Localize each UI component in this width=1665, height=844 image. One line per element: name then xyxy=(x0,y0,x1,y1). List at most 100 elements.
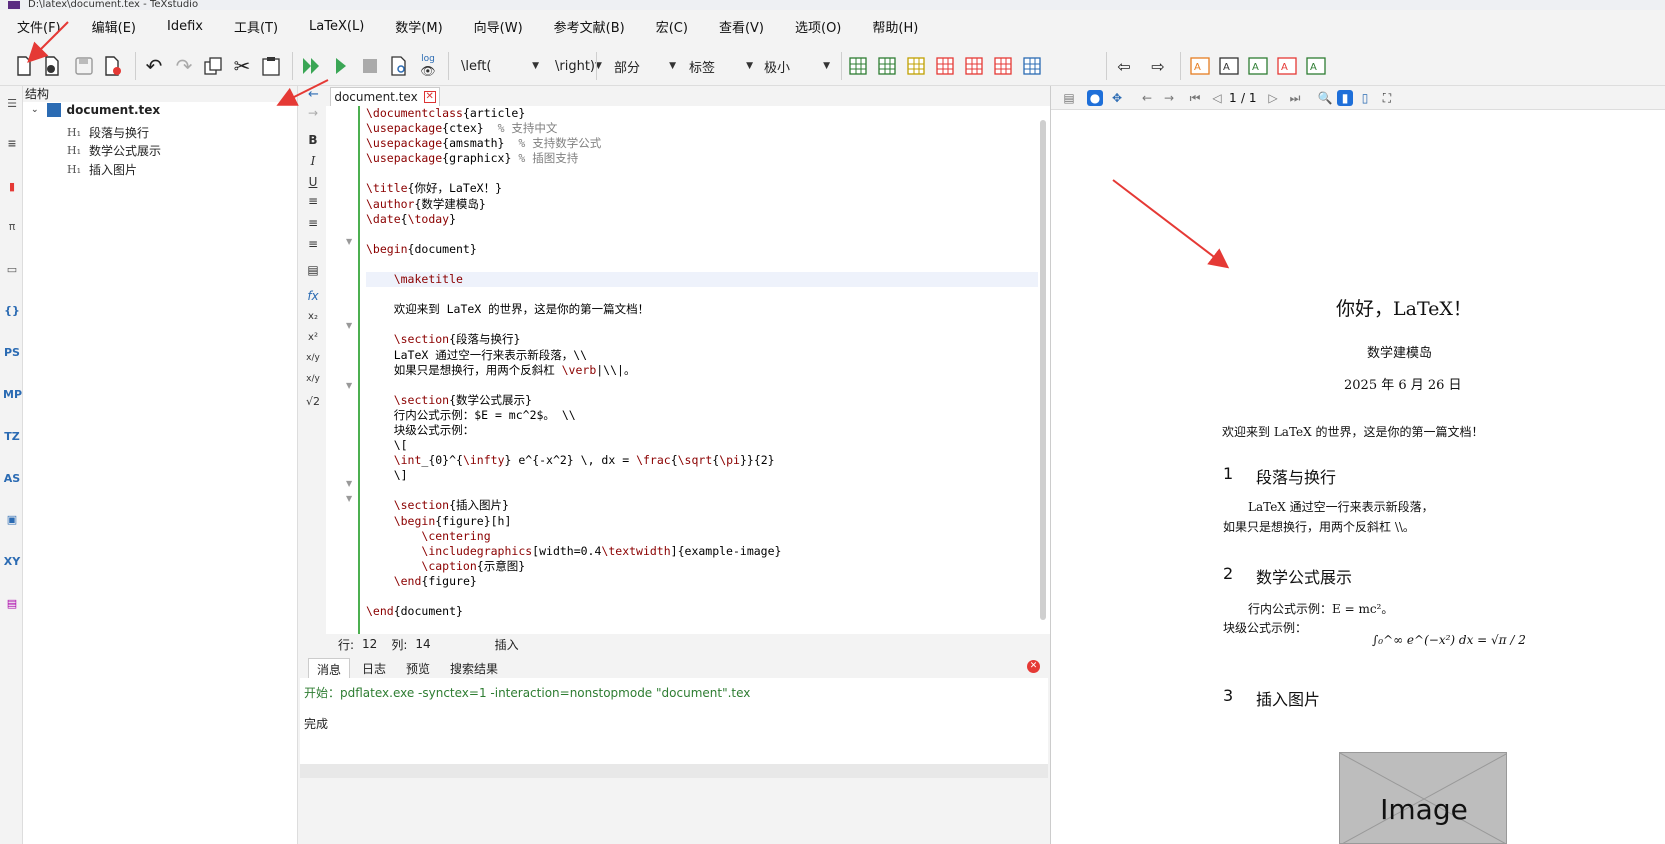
message-tab[interactable]: 搜索结果 xyxy=(442,658,507,678)
pstricks-icon[interactable]: PS xyxy=(3,345,21,361)
record-icon[interactable]: ● xyxy=(1087,90,1103,106)
menu-item[interactable]: 向导(W) xyxy=(474,17,523,36)
page-input[interactable]: 1 xyxy=(1229,90,1237,106)
forward-arrow-icon[interactable]: → xyxy=(304,106,322,120)
font-size-combo[interactable]: 极小 ▼ xyxy=(758,53,834,79)
tree-section-3[interactable]: H₁ 插入图片 xyxy=(67,161,137,178)
bold-icon[interactable]: B xyxy=(304,133,322,147)
menu-item[interactable]: LaTeX(L) xyxy=(309,19,364,34)
menu-item[interactable]: 宏(C) xyxy=(656,17,688,36)
bookmarks-icon[interactable]: ▮ xyxy=(3,179,21,195)
structure-panel-icon[interactable]: ☰ xyxy=(3,96,21,112)
menu-item[interactable]: 编辑(E) xyxy=(92,17,136,36)
editor-scrollbar[interactable] xyxy=(1040,120,1046,620)
subscript-icon[interactable]: x₂ xyxy=(304,311,322,322)
fold-marker-icon[interactable]: ▼ xyxy=(346,479,352,488)
prev-page-icon[interactable]: ◁ xyxy=(1209,90,1225,106)
zoom-icon[interactable]: 🔍 xyxy=(1317,90,1333,106)
function-icon[interactable]: fx xyxy=(304,289,322,303)
table-tool-icon[interactable] xyxy=(1020,54,1044,78)
back-icon[interactable]: ← xyxy=(1139,90,1155,106)
menu-item[interactable]: 帮助(H) xyxy=(872,17,918,36)
toc-panel-icon[interactable]: ≡ xyxy=(3,136,21,152)
align-right-icon[interactable]: ≡ xyxy=(304,237,322,251)
environment-tool-icon[interactable]: A xyxy=(1304,54,1328,78)
new-file-icon[interactable] xyxy=(12,54,36,78)
section-combo[interactable]: 部分 ▼ xyxy=(608,53,680,79)
undo-icon[interactable]: ↶ xyxy=(142,54,166,78)
fold-marker-icon[interactable]: ▼ xyxy=(346,321,352,330)
sync-icon[interactable]: ▤ xyxy=(1061,90,1077,106)
tree-root[interactable]: ⌄ document.tex xyxy=(31,103,160,117)
save-icon[interactable] xyxy=(72,54,96,78)
message-tab[interactable]: 日志 xyxy=(354,658,395,678)
close-tab-icon[interactable]: ✕ xyxy=(423,91,436,103)
superscript-icon[interactable]: x² xyxy=(304,332,322,343)
next-page-icon[interactable]: ▷ xyxy=(1265,90,1281,106)
cut-icon[interactable]: ✂ xyxy=(230,54,254,78)
first-page-icon[interactable]: ⏮ xyxy=(1187,90,1203,106)
table-tool-icon[interactable] xyxy=(904,54,928,78)
environment-tool-icon[interactable]: A xyxy=(1275,54,1299,78)
menu-item[interactable]: 工具(T) xyxy=(234,17,278,36)
tab-document[interactable]: document.tex ✕ xyxy=(330,87,440,106)
metapost-icon[interactable]: MP xyxy=(3,387,22,403)
message-tab[interactable]: 消息 xyxy=(308,658,351,678)
fullscreen-icon[interactable]: ⛶ xyxy=(1379,90,1395,106)
label-combo[interactable]: 标签 ▼ xyxy=(683,53,757,79)
back-arrow-icon[interactable]: ← xyxy=(308,87,319,102)
prev-marker-icon[interactable]: ⇦ xyxy=(1112,54,1136,78)
new-from-template-icon[interactable] xyxy=(41,54,65,78)
sqrt-icon[interactable]: √2 xyxy=(304,395,322,408)
close-panel-icon[interactable]: ✕ xyxy=(1027,660,1040,673)
asymptote-icon[interactable]: AS xyxy=(3,471,21,487)
fold-marker-icon[interactable]: ▼ xyxy=(346,237,352,246)
user-icon[interactable]: ▤ xyxy=(3,596,21,612)
fold-marker-icon[interactable]: ▼ xyxy=(346,381,352,390)
last-page-icon[interactable]: ⏭ xyxy=(1287,90,1303,106)
dfrac-icon[interactable]: x/y xyxy=(304,374,322,384)
code-editor[interactable]: \documentclass{article} \usepackage{ctex}… xyxy=(366,106,1038,634)
forward-icon[interactable]: → xyxy=(1161,90,1177,106)
table-tool-icon[interactable] xyxy=(875,54,899,78)
next-marker-icon[interactable]: ⇨ xyxy=(1146,54,1170,78)
newline-icon[interactable]: ▤ xyxy=(304,263,322,277)
menu-item[interactable]: Idefix xyxy=(167,19,203,34)
files-icon[interactable]: ▭ xyxy=(3,262,21,278)
right-delimiter-combo[interactable]: \right) ▼ xyxy=(549,53,602,79)
move-icon[interactable]: ✥ xyxy=(1109,90,1125,106)
view-log-icon[interactable]: log 👁 xyxy=(416,54,440,78)
environment-tool-icon[interactable]: A xyxy=(1217,54,1241,78)
table-tool-icon[interactable] xyxy=(846,54,870,78)
menu-item[interactable]: 数学(M) xyxy=(395,17,442,36)
tikz-icon[interactable]: TZ xyxy=(3,429,21,445)
xy-icon[interactable]: XY xyxy=(3,554,21,570)
build-and-view-icon[interactable] xyxy=(300,54,324,78)
compile-icon[interactable] xyxy=(329,54,353,78)
paste-icon[interactable] xyxy=(259,54,283,78)
stop-icon[interactable] xyxy=(358,54,382,78)
table-tool-icon[interactable] xyxy=(933,54,957,78)
fit-width-icon[interactable]: ▮ xyxy=(1337,90,1353,106)
italic-icon[interactable]: I xyxy=(304,154,322,168)
fit-page-icon[interactable]: ▯ xyxy=(1357,90,1373,106)
menu-item[interactable]: 查看(V) xyxy=(719,17,764,36)
align-left-icon[interactable]: ≡ xyxy=(304,194,322,208)
redo-icon[interactable]: ↷ xyxy=(172,54,196,78)
symbols-icon[interactable]: π xyxy=(3,219,21,235)
fold-marker-icon[interactable]: ▼ xyxy=(346,494,352,503)
table-tool-icon[interactable] xyxy=(991,54,1015,78)
tree-section-2[interactable]: H₁ 数学公式展示 xyxy=(67,142,161,159)
view-pdf-icon[interactable] xyxy=(387,54,411,78)
fraction-icon[interactable]: x/y xyxy=(304,353,322,363)
menu-item[interactable]: 参考文献(B) xyxy=(554,17,625,36)
beamer-icon[interactable]: ▣ xyxy=(3,512,21,528)
table-tool-icon[interactable] xyxy=(962,54,986,78)
environment-tool-icon[interactable]: A xyxy=(1188,54,1212,78)
close-file-icon[interactable] xyxy=(101,54,125,78)
braces-icon[interactable]: {} xyxy=(3,303,21,319)
menu-item[interactable]: 选项(O) xyxy=(795,17,841,36)
environment-tool-icon[interactable]: A xyxy=(1246,54,1270,78)
tree-section-1[interactable]: H₁ 段落与换行 xyxy=(67,124,149,141)
underline-icon[interactable]: U xyxy=(304,175,322,189)
